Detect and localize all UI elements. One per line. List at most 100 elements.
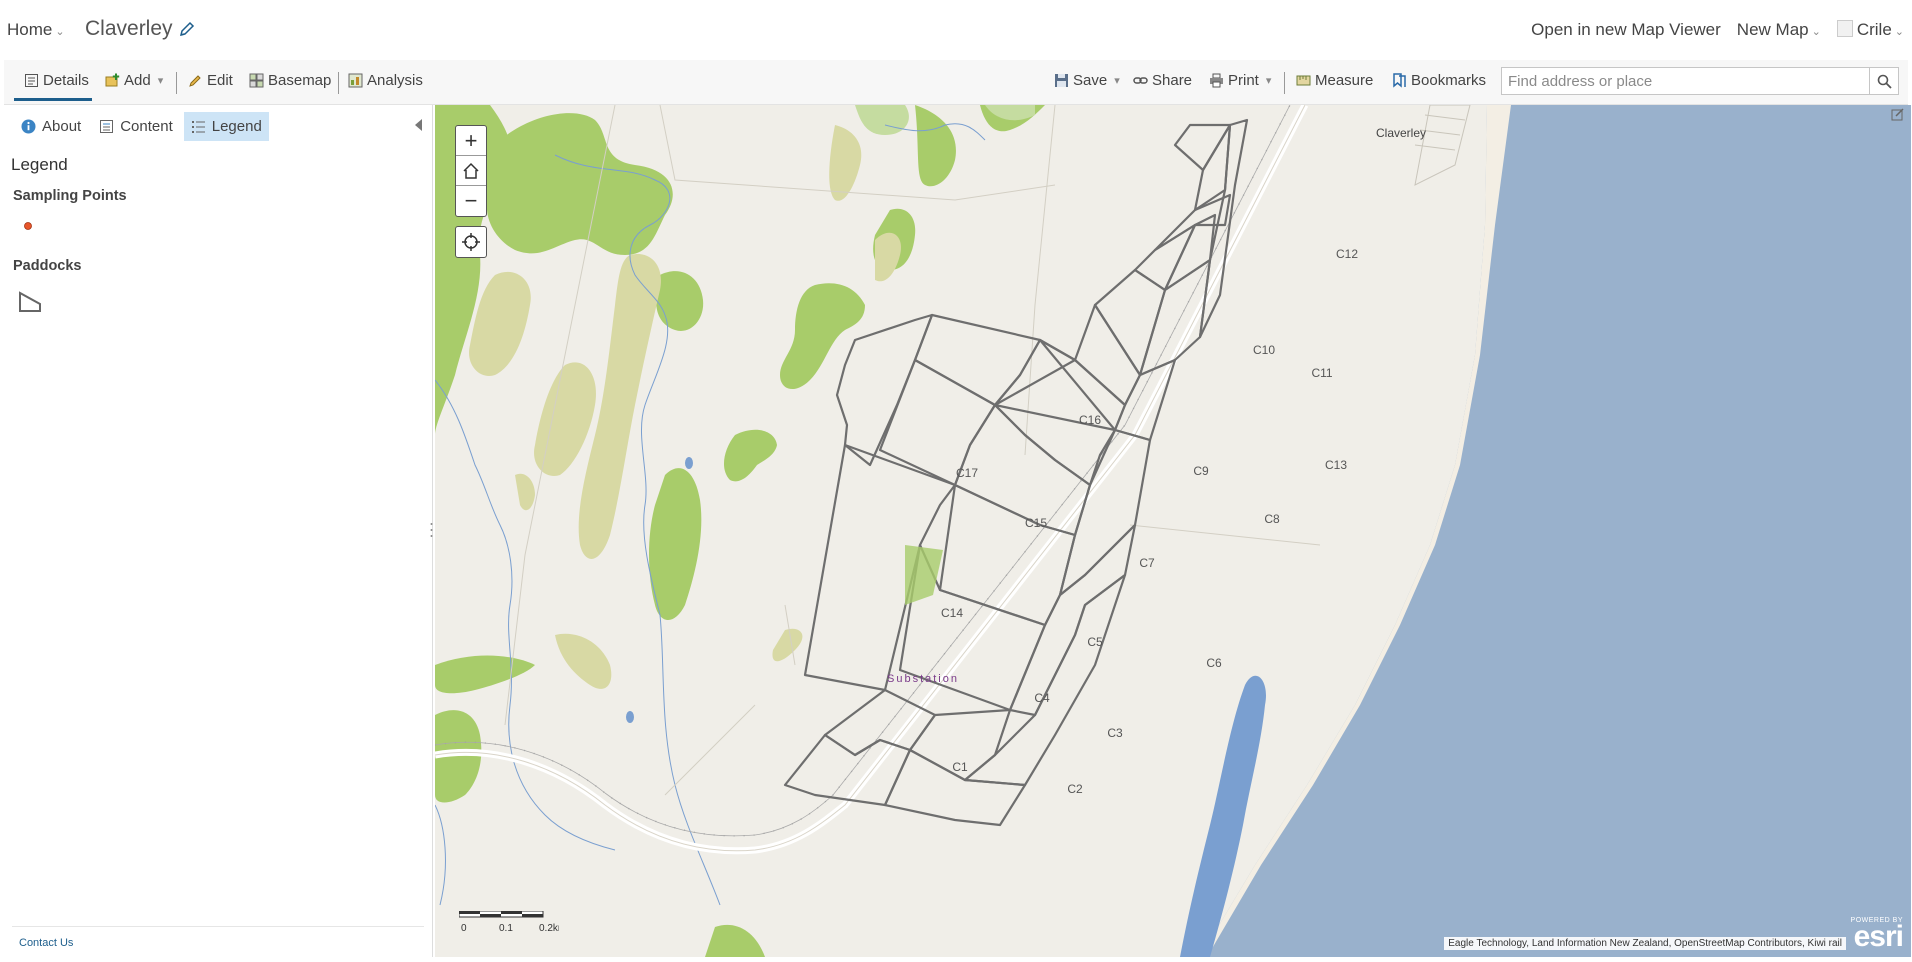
map-attribution: Eagle Technology, Land Information New Z…: [1444, 937, 1846, 950]
paddock-label-c13: C13: [1325, 458, 1347, 472]
tab-content[interactable]: Content: [92, 112, 180, 141]
toolbar-divider: [338, 72, 339, 94]
map-title: Claverley: [85, 17, 173, 40]
add-button[interactable]: Add ▾: [105, 72, 163, 89]
tab-legend[interactable]: Legend: [183, 112, 269, 141]
paddock-label-c14: C14: [941, 606, 963, 620]
zoom-in-button[interactable]: +: [456, 126, 486, 156]
chevron-down-icon: ⌄: [55, 26, 65, 38]
home-label: Home: [7, 20, 53, 39]
pencil-icon: [189, 75, 201, 87]
user-name: Crile: [1856, 20, 1892, 39]
details-button[interactable]: Details: [24, 72, 89, 89]
tab-about-label: About: [42, 118, 82, 135]
ruler-icon: [1296, 75, 1311, 86]
search-input[interactable]: [1502, 68, 1874, 94]
paddock-label-c17: C17: [956, 466, 978, 480]
top-bar: Home ⌄ Claverley Open in new Map Viewer N…: [0, 0, 1912, 60]
content-icon: [100, 120, 114, 133]
caret-down-icon: ▾: [157, 75, 164, 87]
printer-icon: [1210, 73, 1223, 88]
bookmarks-button[interactable]: Bookmarks: [1392, 72, 1486, 89]
save-button[interactable]: Save ▾: [1054, 72, 1120, 89]
bookmark-icon: [1393, 73, 1406, 88]
details-icon: [25, 74, 38, 87]
legend-heading: Legend: [11, 155, 68, 174]
paddock-label-c9: C9: [1193, 464, 1209, 478]
paddock-label-c7: C7: [1139, 556, 1155, 570]
paddock-label-c1: C1: [952, 760, 968, 774]
analysis-label: Analysis: [367, 72, 423, 89]
home-icon: [463, 162, 479, 179]
measure-label: Measure: [1315, 72, 1374, 89]
user-menu[interactable]: Crile ⌄: [1836, 20, 1904, 40]
scale-label-1: 0.1: [499, 923, 513, 934]
paddock-label-c5: C5: [1087, 635, 1103, 649]
home-menu[interactable]: Home ⌄: [7, 20, 65, 40]
print-button[interactable]: Print ▾: [1209, 72, 1271, 89]
share-label: Share: [1152, 72, 1193, 89]
crosshair-icon: [462, 233, 480, 251]
paddock-label-c12: C12: [1336, 247, 1358, 261]
place-label-claverley: Claverley: [1376, 126, 1426, 140]
home-extent-button[interactable]: [456, 156, 486, 186]
open-in-new-viewer-link[interactable]: Open in new Map Viewer: [1531, 20, 1721, 40]
basemap-label: Basemap: [268, 72, 332, 89]
link-chain-icon: [1133, 77, 1148, 84]
pond: [685, 457, 693, 469]
pencil-edit-icon[interactable]: [178, 20, 196, 38]
search-box: [1501, 67, 1899, 95]
paddock-label-c4: C4: [1034, 691, 1050, 705]
tab-content-label: Content: [120, 118, 173, 135]
locate-button[interactable]: [455, 226, 487, 258]
contact-us-link[interactable]: Contact Us: [19, 937, 73, 949]
map-toolbar: Details Add ▾ Edit Basemap Analysis Save ▾…: [4, 60, 1908, 105]
toolbar-divider: [176, 72, 177, 94]
basemap-grid-icon: [249, 73, 264, 88]
edit-label: Edit: [207, 72, 233, 89]
map-view[interactable]: C1 C2 C3 C4 C5 C6 C7 C8 C9 C10 C11 C12 C…: [435, 105, 1911, 957]
new-map-label: New Map: [1736, 20, 1809, 39]
basemap-button[interactable]: Basemap: [249, 72, 331, 89]
paddock-label-c6: C6: [1206, 656, 1222, 670]
sampling-point-symbol: [24, 222, 32, 230]
paddock-label-c15: C15: [1025, 516, 1047, 530]
measure-button[interactable]: Measure: [1296, 72, 1373, 89]
esri-wordmark: esri: [1853, 920, 1904, 953]
paddock-label-c16: C16: [1079, 413, 1101, 427]
map-edit-corner-icon[interactable]: [1891, 107, 1905, 121]
panel-tabs: About Content Legend: [14, 112, 269, 141]
toolbar-divider: [1284, 72, 1285, 94]
legend-panel: About Content Legend Legend Sampling Poi…: [4, 105, 433, 957]
search-button[interactable]: [1869, 68, 1898, 94]
chevron-down-icon: ⌄: [1894, 26, 1904, 38]
legend-layer-sampling-points: Sampling Points: [13, 188, 127, 204]
floppy-disk-icon: [1055, 74, 1068, 87]
search-icon: [1877, 74, 1892, 89]
basemap: C1 C2 C3 C4 C5 C6 C7 C8 C9 C10 C11 C12 C…: [435, 105, 1911, 957]
tab-about[interactable]: About: [14, 112, 88, 141]
analysis-button[interactable]: Analysis: [348, 72, 423, 89]
scale-label-2: 0.2km: [539, 923, 559, 934]
zoom-out-button[interactable]: −: [456, 186, 486, 216]
details-label: Details: [43, 72, 89, 89]
edit-button[interactable]: Edit: [188, 72, 233, 89]
new-map-menu[interactable]: New Map ⌄: [1737, 20, 1821, 40]
footer-divider: [12, 926, 424, 927]
panel-resize-handle[interactable]: [430, 522, 433, 538]
add-layer-icon: [105, 73, 120, 87]
details-active-indicator: [14, 98, 92, 101]
share-button[interactable]: Share: [1133, 72, 1192, 89]
pond: [626, 711, 634, 723]
esri-logo[interactable]: POWERED BY esri: [1851, 917, 1904, 953]
scale-label-0: 0: [461, 923, 467, 934]
analysis-icon: [348, 73, 363, 88]
substation-label: Substation: [887, 673, 959, 685]
zoom-controls: + −: [455, 125, 487, 217]
save-label: Save: [1073, 72, 1108, 89]
paddock-polygon-symbol: [19, 291, 41, 312]
add-label: Add: [124, 72, 151, 89]
scale-bar: 0 0.1 0.2km: [458, 910, 566, 942]
collapse-panel-button[interactable]: [415, 119, 422, 131]
print-label: Print: [1228, 72, 1259, 89]
